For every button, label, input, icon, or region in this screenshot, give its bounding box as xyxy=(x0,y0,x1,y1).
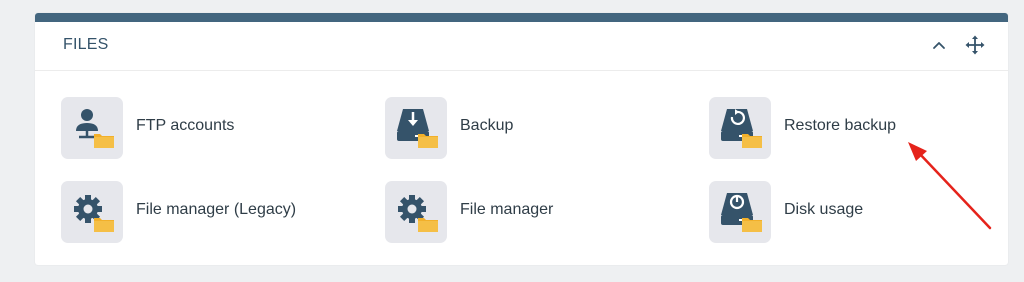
annotation-arrow xyxy=(908,142,992,230)
